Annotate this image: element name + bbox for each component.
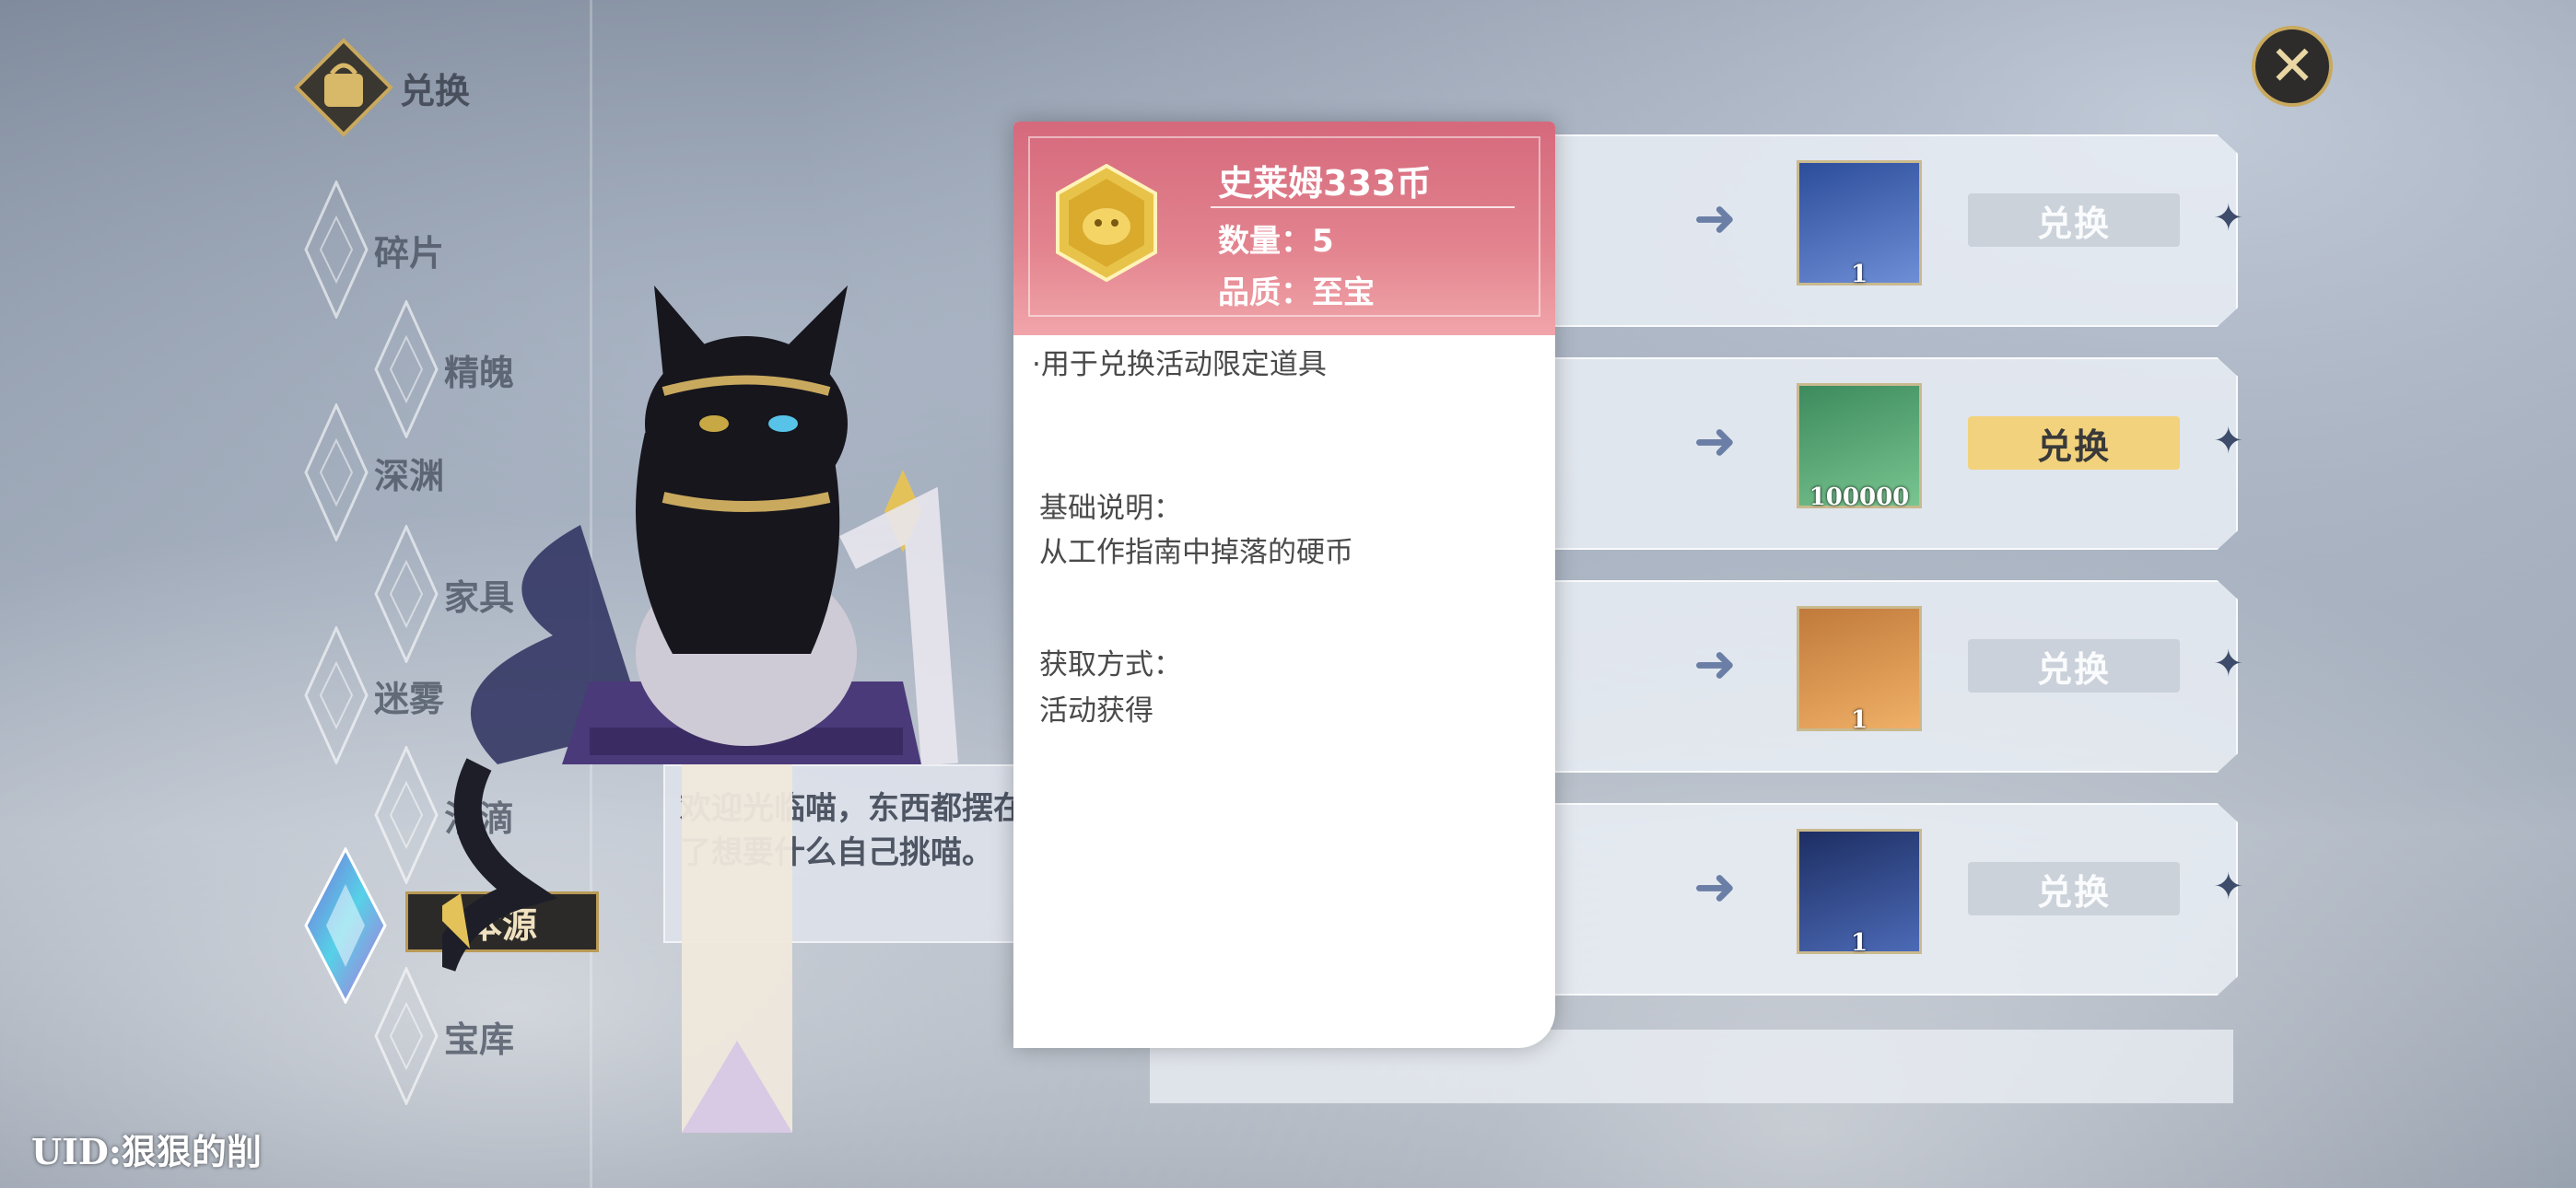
exchange-arrow-icon: ➜ xyxy=(1693,189,1737,249)
diamond-icon xyxy=(304,179,369,320)
close-icon: ✕ xyxy=(2268,34,2316,99)
slime-coin-icon xyxy=(1056,164,1157,282)
item-quality: 品质：至宝 xyxy=(1218,274,1375,311)
item-description: ·用于兑换活动限定道具 xyxy=(1032,348,1327,381)
nav-item-abyss[interactable]: 深渊 xyxy=(304,402,445,543)
obtain-title: 获取方式： xyxy=(1039,648,1182,681)
diamond-icon xyxy=(304,624,369,766)
nav-item-mist[interactable]: 迷雾 xyxy=(304,624,445,766)
star-ornament-icon: ✦ xyxy=(2213,420,2244,462)
server-rack-icon[interactable]: 1 xyxy=(1797,829,1922,957)
item-count: 1 xyxy=(1850,261,1868,288)
diamond-icon xyxy=(304,402,369,543)
exchange-button[interactable]: 兑换 xyxy=(1968,639,2180,693)
diamond-icon xyxy=(374,965,439,1107)
name-underline xyxy=(1211,206,1515,208)
item-quantity: 数量：5 xyxy=(1218,223,1334,260)
obtain-text: 活动获得 xyxy=(1039,694,1153,728)
basic-info-text: 从工作指南中掉落的硬币 xyxy=(1039,536,1353,569)
exchange-label: 兑换 xyxy=(400,70,471,111)
nav-item-fragment[interactable]: 碎片 xyxy=(304,179,445,320)
star-ornament-icon: ✦ xyxy=(2213,197,2244,239)
item-detail-popup[interactable]: 史莱姆333币 数量：5 品质：至宝 ·用于兑换活动限定道具 基础说明： 从工作… xyxy=(1013,122,1555,1048)
black-cat-character xyxy=(442,285,958,1133)
item-count: 1 xyxy=(1850,706,1868,734)
gold-coin-icon[interactable]: 100000 xyxy=(1797,383,1922,511)
exchange-arrow-icon: ➜ xyxy=(1693,857,1737,917)
user-uid: UID:狠狠的削 xyxy=(31,1131,262,1172)
blue-orb-icon[interactable]: 1 xyxy=(1797,606,1922,734)
nav-label: 碎片 xyxy=(374,232,445,274)
nav-label: 深渊 xyxy=(374,455,445,496)
star-ornament-icon: ✦ xyxy=(2213,643,2244,685)
star-ornament-icon: ✦ xyxy=(2213,866,2244,908)
exchange-button[interactable]: 兑换 xyxy=(1968,862,2180,915)
popup-header: 史莱姆333币 数量：5 品质：至宝 xyxy=(1013,122,1555,335)
item-name: 史莱姆333币 xyxy=(1218,163,1432,204)
exchange-button[interactable]: 兑换 xyxy=(1968,193,2180,247)
exchange-button[interactable]: 兑换 xyxy=(1968,416,2180,470)
item-count: 100000 xyxy=(1809,483,1910,511)
exchange-arrow-icon: ➜ xyxy=(1693,412,1737,472)
exchange-header[interactable]: 兑换 xyxy=(293,37,470,138)
basic-info-title: 基础说明： xyxy=(1039,492,1182,525)
golden-bird-icon[interactable]: 1 xyxy=(1797,160,1922,288)
item-count: 1 xyxy=(1850,929,1868,957)
close-button[interactable]: ✕ xyxy=(2252,26,2333,107)
exchange-arrow-icon: ➜ xyxy=(1693,635,1737,694)
nav-label: 迷雾 xyxy=(374,678,445,719)
shop-bag-icon xyxy=(294,38,393,137)
